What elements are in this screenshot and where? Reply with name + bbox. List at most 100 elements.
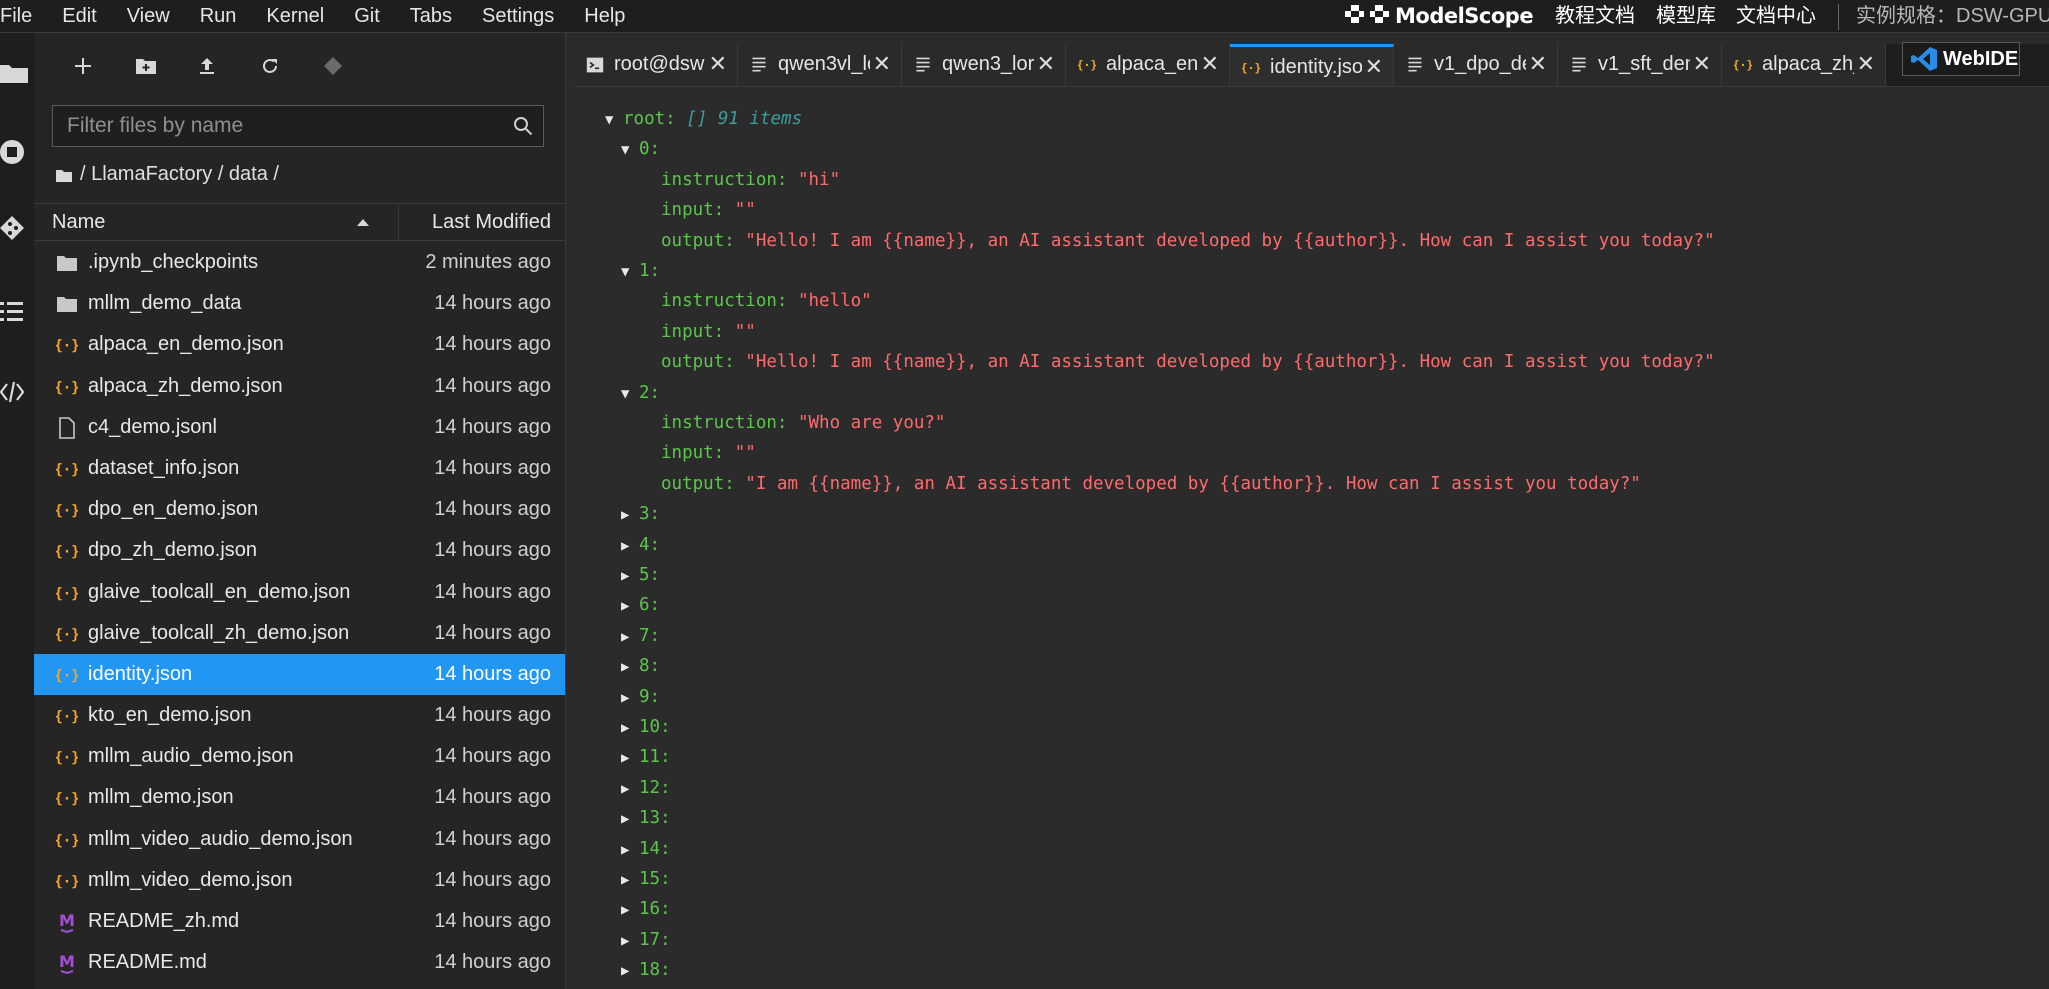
json-node[interactable]: ▶ 18: [621, 955, 671, 985]
nav-model-library[interactable]: 模型库 [1656, 0, 1716, 32]
upload-button[interactable] [192, 51, 222, 81]
menu-settings[interactable]: Settings [467, 0, 569, 32]
json-node[interactable]: ▶ 9: [621, 682, 660, 712]
refresh-button[interactable] [255, 51, 285, 81]
json-node[interactable]: ▶ 11: [621, 742, 671, 772]
json-root[interactable]: ▼ root: [] 91 items [605, 104, 802, 134]
close-icon[interactable]: ✕ [1529, 44, 1547, 84]
file-row[interactable]: {·} alpaca_en_demo.json 14 hours ago [34, 324, 565, 365]
json-node[interactable]: ▶ 6: [621, 590, 660, 620]
close-icon[interactable]: ✕ [873, 44, 891, 84]
menu-view[interactable]: View [112, 0, 185, 32]
json-field[interactable]: output: "Hello! I am {{name}}, an AI ass… [661, 226, 1715, 256]
code-icon[interactable] [0, 378, 28, 406]
json-node[interactable]: ▶ 16: [621, 894, 671, 924]
close-icon[interactable]: ✕ [1365, 47, 1383, 86]
tab-3[interactable]: {·} alpaca_en_✕ [1066, 44, 1230, 86]
tab-2[interactable]: qwen3_lor ✕ [902, 44, 1066, 86]
expand-toggle-icon[interactable]: ▶ [621, 561, 639, 591]
column-last-modified[interactable]: Last Modified [432, 204, 551, 240]
menu-kernel[interactable]: Kernel [251, 0, 339, 32]
tab-0[interactable]: root@dsw ✕ [574, 44, 738, 86]
file-row[interactable]: {·} mllm_audio_demo.json 14 hours ago [34, 736, 565, 777]
expand-toggle-icon[interactable]: ▼ [605, 105, 623, 135]
file-row[interactable]: M README_zh.md 14 hours ago [34, 901, 565, 942]
json-node[interactable]: ▶ 15: [621, 864, 671, 894]
expand-toggle-icon[interactable]: ▶ [621, 683, 639, 713]
file-row[interactable]: {·} glaive_toolcall_en_demo.json 14 hours … [34, 572, 565, 613]
expand-toggle-icon[interactable]: ▶ [621, 713, 639, 743]
expand-toggle-icon[interactable]: ▶ [621, 652, 639, 682]
git-clone-button[interactable] [318, 51, 348, 81]
json-node[interactable]: ▶ 7: [621, 621, 660, 651]
json-node[interactable]: ▶ 3: [621, 499, 660, 529]
json-field[interactable]: input: "" [661, 438, 756, 468]
close-icon[interactable]: ✕ [1037, 44, 1055, 84]
file-row[interactable]: {·} mllm_video_audio_demo.json 14 hours ag… [34, 819, 565, 860]
new-launcher-button[interactable] [68, 51, 98, 81]
json-node[interactable]: ▼ 0: [621, 134, 660, 164]
filter-files-input[interactable] [53, 106, 493, 146]
json-node[interactable]: ▼ 1: [621, 256, 660, 286]
file-row[interactable]: M README.md 14 hours ago [34, 942, 565, 983]
json-field[interactable]: instruction: "hello" [661, 286, 872, 316]
tab-6[interactable]: v1_sft_den ✕ [1558, 44, 1722, 86]
expand-toggle-icon[interactable]: ▶ [621, 865, 639, 895]
tab-5[interactable]: v1_dpo_de ✕ [1394, 44, 1558, 86]
expand-toggle-icon[interactable]: ▶ [621, 804, 639, 834]
json-node[interactable]: ▶ 12: [621, 773, 671, 803]
json-node[interactable]: ▶ 4: [621, 530, 660, 560]
json-node[interactable]: ▶ 8: [621, 651, 660, 681]
json-field[interactable]: instruction: "hi" [661, 165, 840, 195]
close-icon[interactable]: ✕ [1857, 44, 1875, 84]
table-of-contents-icon[interactable] [0, 298, 28, 326]
json-node[interactable]: ▶ 14: [621, 834, 671, 864]
file-row[interactable]: {·} dpo_zh_demo.json 14 hours ago [34, 530, 565, 571]
close-icon[interactable]: ✕ [1693, 44, 1711, 84]
menu-file[interactable]: File [0, 0, 47, 32]
file-row[interactable]: {·} dataset_info.json 14 hours ago [34, 448, 565, 489]
json-node[interactable]: ▶ 5: [621, 560, 660, 590]
expand-toggle-icon[interactable]: ▶ [621, 531, 639, 561]
expand-toggle-icon[interactable]: ▶ [621, 774, 639, 804]
json-field[interactable]: instruction: "Who are you?" [661, 408, 945, 438]
expand-toggle-icon[interactable]: ▶ [621, 591, 639, 621]
json-field[interactable]: output: "Hello! I am {{name}}, an AI ass… [661, 347, 1715, 377]
close-icon[interactable]: ✕ [709, 44, 727, 84]
file-row[interactable]: {·} glaive_toolcall_zh_demo.json 14 hours … [34, 613, 565, 654]
menu-run[interactable]: Run [185, 0, 252, 32]
json-node[interactable]: ▼ 2: [621, 378, 660, 408]
close-icon[interactable]: ✕ [1201, 44, 1219, 84]
expand-toggle-icon[interactable]: ▼ [621, 257, 639, 287]
breadcrumb-path[interactable]: / LlamaFactory / data / [80, 163, 279, 186]
file-row[interactable]: .ipynb_checkpoints 2 minutes ago [34, 242, 565, 283]
expand-toggle-icon[interactable]: ▶ [621, 956, 639, 986]
expand-toggle-icon[interactable]: ▶ [621, 622, 639, 652]
expand-toggle-icon[interactable]: ▶ [621, 835, 639, 865]
tab-7[interactable]: {·} alpaca_zh_✕ [1722, 44, 1886, 86]
file-row[interactable]: {·} dpo_en_demo.json 14 hours ago [34, 489, 565, 530]
file-row[interactable]: {·} alpaca_zh_demo.json 14 hours ago [34, 366, 565, 407]
file-row[interactable]: {·} mllm_video_demo.json 14 hours ago [34, 860, 565, 901]
file-row[interactable]: mllm_demo_data 14 hours ago [34, 283, 565, 324]
nav-docs-center[interactable]: 文档中心 [1736, 0, 1816, 32]
git-icon[interactable] [0, 216, 28, 244]
nav-tutorial-docs[interactable]: 教程文档 [1555, 0, 1635, 32]
expand-toggle-icon[interactable]: ▼ [621, 379, 639, 409]
expand-toggle-icon[interactable]: ▶ [621, 743, 639, 773]
search-icon[interactable] [513, 116, 533, 136]
tab-1[interactable]: qwen3vl_lo ✕ [738, 44, 902, 86]
file-row[interactable]: c4_demo.jsonl 14 hours ago [34, 407, 565, 448]
menu-tabs[interactable]: Tabs [395, 0, 467, 32]
modelscope-brand[interactable]: ModelScope [1345, 0, 1534, 32]
column-divider[interactable] [398, 204, 399, 240]
expand-toggle-icon[interactable]: ▼ [621, 135, 639, 165]
json-field[interactable]: input: "" [661, 195, 756, 225]
expand-toggle-icon[interactable]: ▶ [621, 895, 639, 925]
running-kernels-icon[interactable] [0, 138, 28, 166]
file-row[interactable]: {·} mllm_demo.json 14 hours ago [34, 777, 565, 818]
breadcrumb[interactable]: / LlamaFactory / data / [56, 163, 279, 186]
column-name[interactable]: Name [52, 204, 105, 240]
json-node[interactable]: ▶ 13: [621, 803, 671, 833]
sort-ascending-icon[interactable] [356, 217, 370, 227]
